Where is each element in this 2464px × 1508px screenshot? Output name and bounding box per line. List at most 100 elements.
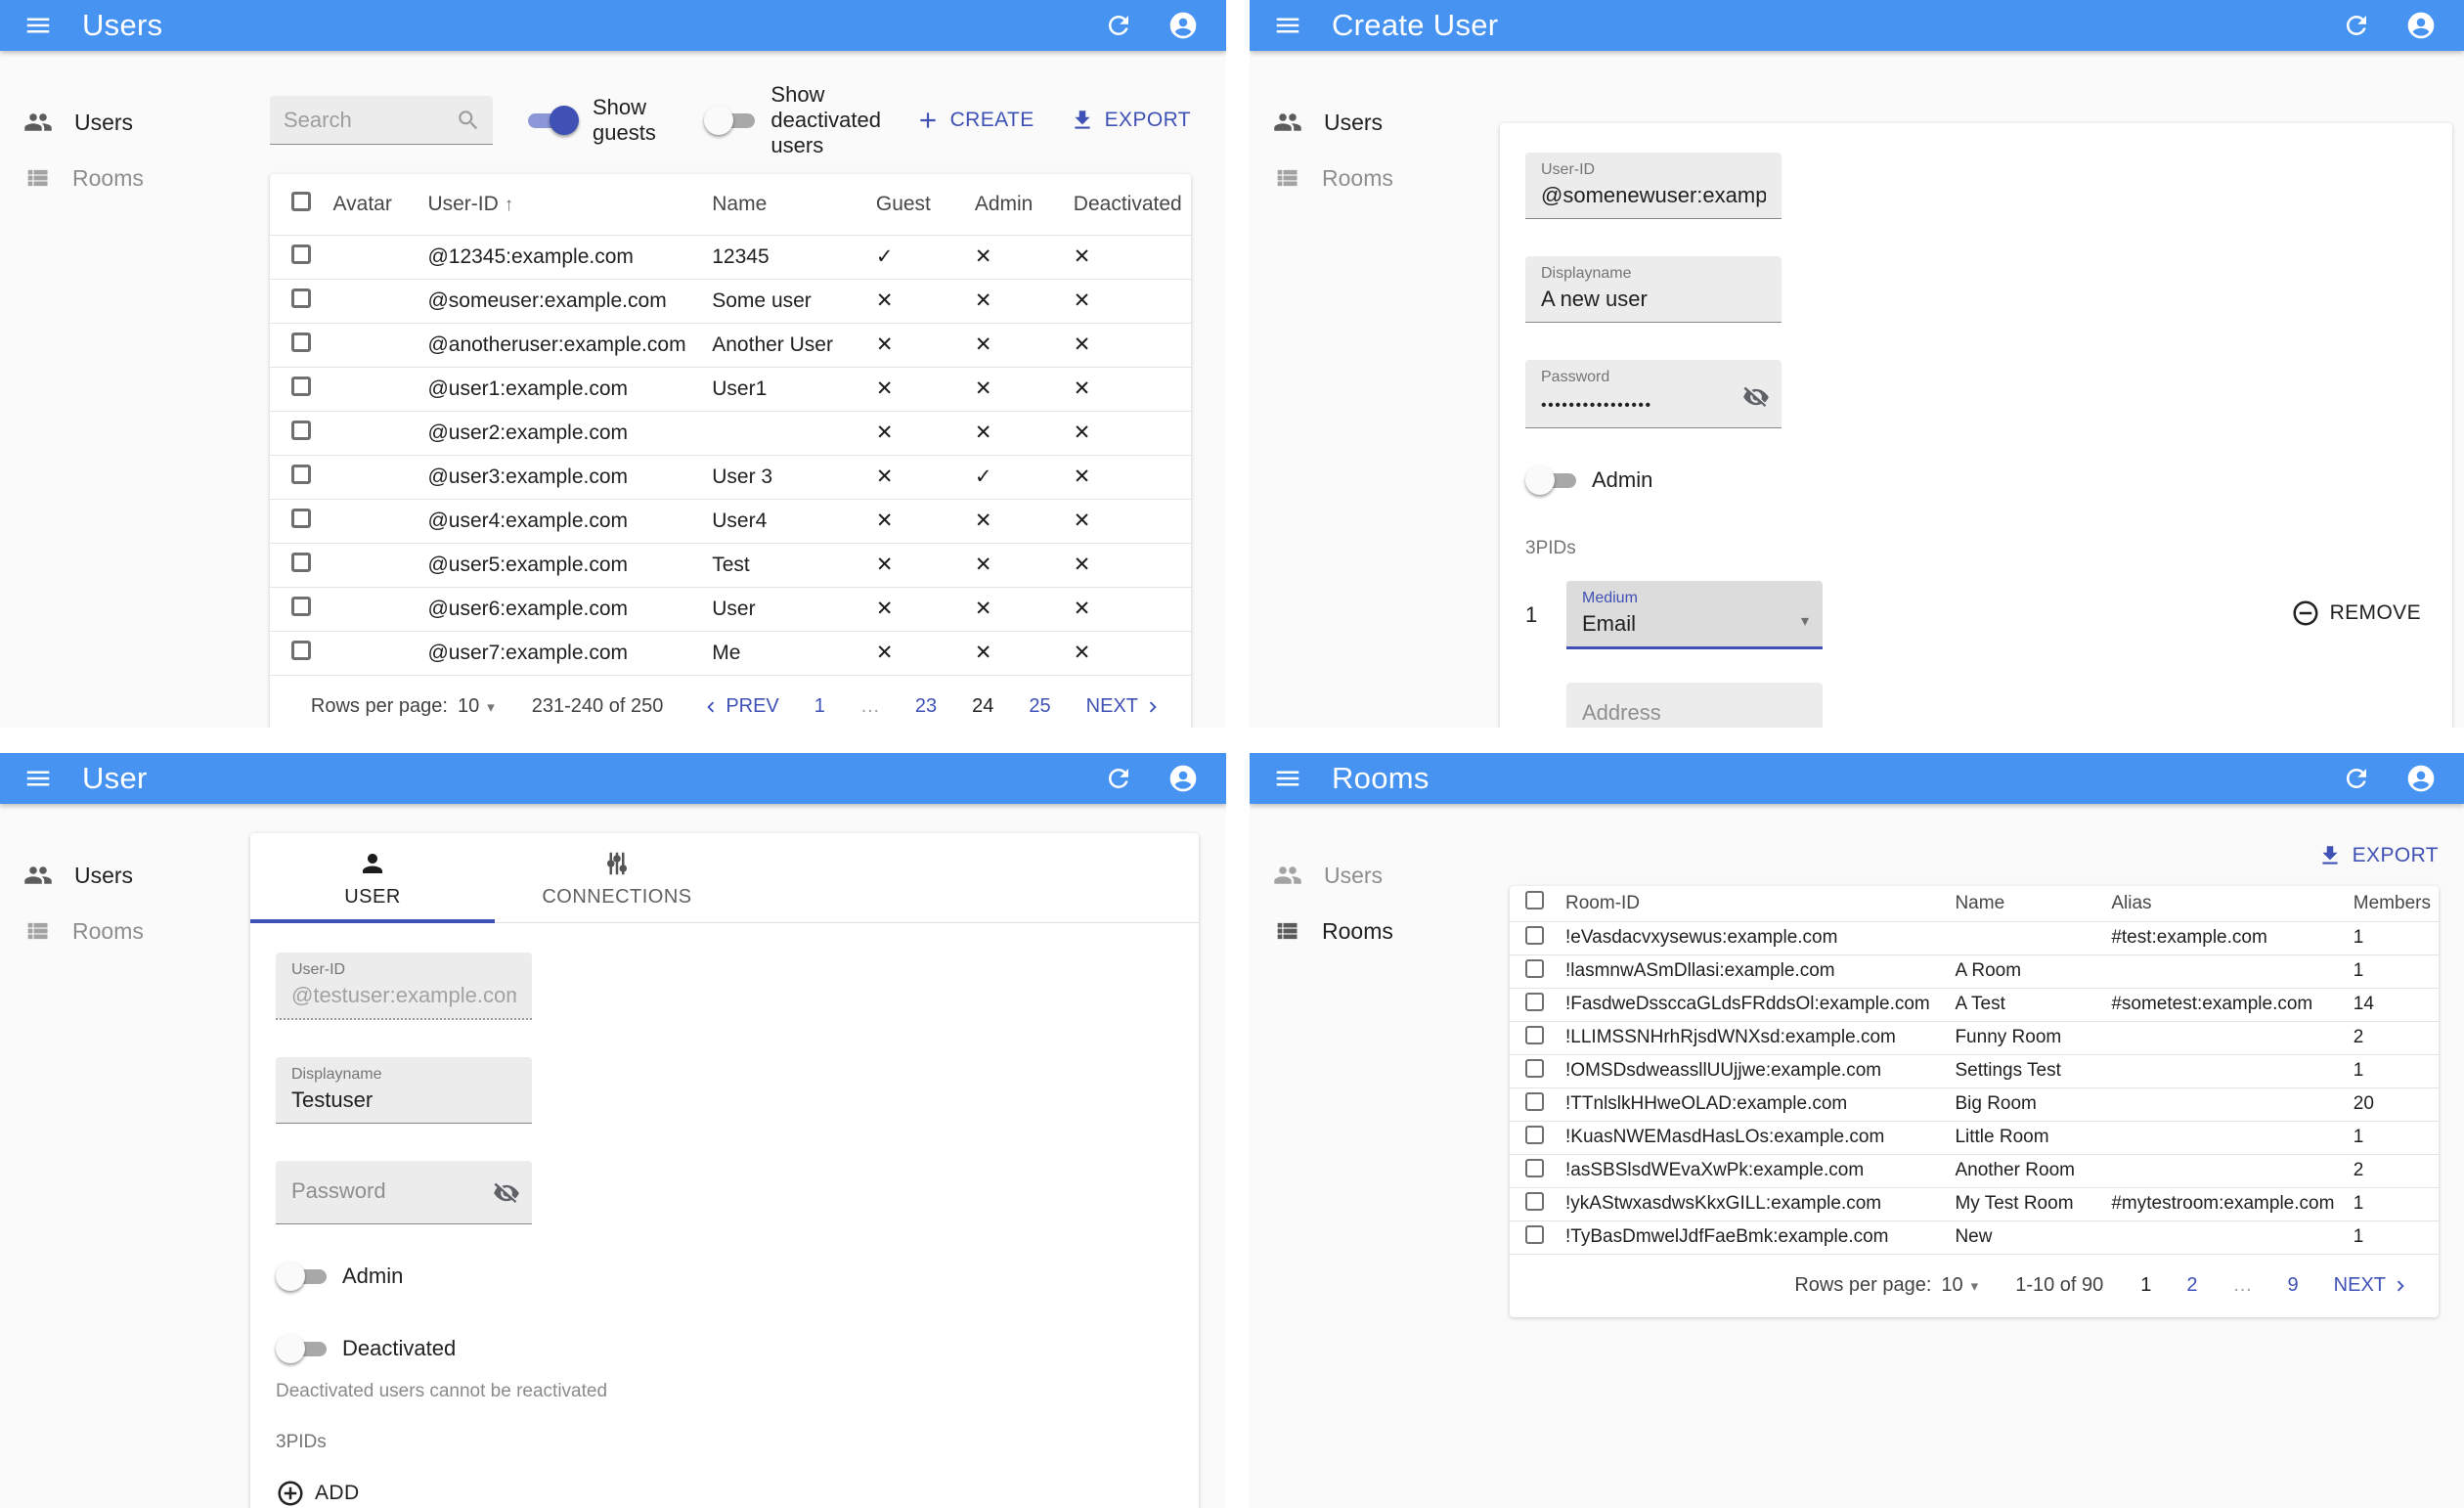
sidebar-item-rooms[interactable]: Rooms bbox=[0, 904, 250, 958]
user-row[interactable]: @user3:example.com User 3 ✕ ✓ ✕ bbox=[270, 455, 1191, 499]
search-box[interactable] bbox=[270, 96, 493, 145]
page-number[interactable]: 23 bbox=[915, 695, 937, 718]
room-row[interactable]: !TTnlslkHHweOLAD:example.com Big Room 20 bbox=[1510, 1087, 2439, 1121]
refresh-icon[interactable] bbox=[1101, 761, 1136, 796]
room-row[interactable]: !lasmnwASmDllasi:example.com A Room 1 bbox=[1510, 954, 2439, 988]
export-button[interactable]: EXPORT bbox=[2317, 843, 2439, 868]
tab-user[interactable]: USER bbox=[250, 833, 495, 923]
row-checkbox[interactable] bbox=[1525, 992, 1544, 1011]
sidebar-item-users[interactable]: Users bbox=[0, 847, 250, 904]
row-checkbox[interactable] bbox=[1525, 1091, 1544, 1111]
col-members[interactable]: Members bbox=[2346, 886, 2439, 921]
row-checkbox[interactable] bbox=[1525, 1158, 1544, 1177]
row-checkbox[interactable] bbox=[291, 596, 311, 616]
menu-icon[interactable] bbox=[1271, 762, 1304, 795]
visibility-off-icon[interactable] bbox=[493, 1179, 520, 1212]
password-field[interactable]: Password •••••••••••••••• bbox=[1525, 360, 1782, 428]
select-all-checkbox[interactable] bbox=[1525, 891, 1544, 910]
displayname-field[interactable]: Displayname Testuser bbox=[276, 1057, 532, 1124]
user-row[interactable]: @user5:example.com Test ✕ ✕ ✕ bbox=[270, 543, 1191, 587]
room-row[interactable]: !TyBasDmwelJdfFaeBmk:example.com New 1 bbox=[1510, 1220, 2439, 1254]
account-icon[interactable] bbox=[2403, 761, 2439, 796]
row-checkbox[interactable] bbox=[1525, 1224, 1544, 1244]
rows-per-page-select[interactable]: 10 ▾ bbox=[458, 695, 495, 718]
col-avatar[interactable]: Avatar bbox=[326, 174, 420, 235]
room-row[interactable]: !OMSDsdweassllUUjjwe:example.com Settings… bbox=[1510, 1054, 2439, 1087]
next-page-button[interactable]: NEXT bbox=[1086, 695, 1164, 718]
row-checkbox[interactable] bbox=[1525, 958, 1544, 978]
create-button[interactable]: CREATE bbox=[915, 108, 1034, 133]
account-icon[interactable] bbox=[2403, 8, 2439, 43]
menu-icon[interactable] bbox=[22, 762, 55, 795]
medium-select[interactable]: Medium Email ▾ bbox=[1566, 581, 1823, 649]
room-row[interactable]: !ykAStwxasdwsKkxGILL:example.com My Test … bbox=[1510, 1187, 2439, 1220]
sidebar-item-rooms[interactable]: Rooms bbox=[1250, 151, 1500, 205]
col-admin[interactable]: Admin bbox=[967, 174, 1066, 235]
col-user-id[interactable]: User-ID ↑ bbox=[419, 174, 704, 235]
sidebar-item-users[interactable]: Users bbox=[1250, 847, 1500, 904]
row-checkbox[interactable] bbox=[291, 376, 311, 396]
next-page-button[interactable]: NEXT bbox=[2334, 1274, 2411, 1297]
refresh-icon[interactable] bbox=[2339, 761, 2374, 796]
row-checkbox[interactable] bbox=[291, 288, 311, 308]
show-deactivated-switch[interactable] bbox=[704, 106, 757, 135]
user-row[interactable]: @someuser:example.com Some user ✕ ✕ ✕ bbox=[270, 279, 1191, 323]
page-number[interactable]: 9 bbox=[2288, 1274, 2299, 1297]
page-number[interactable]: 25 bbox=[1029, 695, 1050, 718]
displayname-field[interactable]: Displayname A new user bbox=[1525, 256, 1782, 323]
row-checkbox[interactable] bbox=[1525, 925, 1544, 945]
page-number[interactable]: 2 bbox=[2186, 1274, 2197, 1297]
room-row[interactable]: !eVasdacvxysewus:example.com #test:exampl… bbox=[1510, 921, 2439, 954]
col-name[interactable]: Name bbox=[704, 174, 868, 235]
row-checkbox[interactable] bbox=[291, 640, 311, 660]
row-checkbox[interactable] bbox=[1525, 1191, 1544, 1211]
sidebar-item-users[interactable]: Users bbox=[0, 94, 250, 151]
sidebar-item-users[interactable]: Users bbox=[1250, 94, 1500, 151]
user-row[interactable]: @user6:example.com User ✕ ✕ ✕ bbox=[270, 587, 1191, 631]
user-id-field[interactable]: User-ID @somenewuser:example.com bbox=[1525, 153, 1782, 219]
col-guest[interactable]: Guest bbox=[868, 174, 967, 235]
address-field[interactable] bbox=[1566, 683, 1823, 728]
search-input[interactable] bbox=[284, 107, 456, 133]
add-pid-button[interactable]: ADD bbox=[276, 1479, 360, 1508]
row-checkbox[interactable] bbox=[1525, 1125, 1544, 1144]
user-row[interactable]: @user2:example.com ✕ ✕ ✕ bbox=[270, 411, 1191, 455]
user-row[interactable]: @user1:example.com User1 ✕ ✕ ✕ bbox=[270, 367, 1191, 411]
room-row[interactable]: !LLIMSSNHrhRjsdWNXsd:example.com Funny Ro… bbox=[1510, 1021, 2439, 1054]
user-row[interactable]: @user4:example.com User4 ✕ ✕ ✕ bbox=[270, 499, 1191, 543]
user-row[interactable]: @anotheruser:example.com Another User ✕ ✕ ✕ bbox=[270, 323, 1191, 367]
row-checkbox[interactable] bbox=[291, 464, 311, 484]
menu-icon[interactable] bbox=[22, 9, 55, 42]
remove-pid-button[interactable]: REMOVE bbox=[2291, 581, 2421, 628]
account-icon[interactable] bbox=[1166, 761, 1201, 796]
admin-switch[interactable] bbox=[1525, 466, 1578, 495]
row-checkbox[interactable] bbox=[291, 332, 311, 352]
row-checkbox[interactable] bbox=[291, 420, 311, 440]
menu-icon[interactable] bbox=[1271, 9, 1304, 42]
room-row[interactable]: !asSBSlsdWEvaXwPk:example.com Another Roo… bbox=[1510, 1154, 2439, 1187]
row-checkbox[interactable] bbox=[291, 508, 311, 528]
refresh-icon[interactable] bbox=[1101, 8, 1136, 43]
row-checkbox[interactable] bbox=[1525, 1058, 1544, 1078]
col-deactivated[interactable]: Deactivated bbox=[1066, 174, 1191, 235]
user-row[interactable]: @12345:example.com 12345 ✓ ✕ ✕ bbox=[270, 235, 1191, 279]
row-checkbox[interactable] bbox=[291, 552, 311, 572]
sidebar-item-rooms[interactable]: Rooms bbox=[1250, 904, 1500, 958]
admin-switch[interactable] bbox=[276, 1262, 329, 1291]
export-button[interactable]: EXPORT bbox=[1070, 108, 1191, 133]
row-checkbox[interactable] bbox=[291, 244, 311, 264]
show-guests-switch[interactable] bbox=[526, 106, 579, 135]
visibility-off-icon[interactable] bbox=[1742, 383, 1770, 416]
room-row[interactable]: !FasdweDssccaGLdsFRddsOl:example.com A Te… bbox=[1510, 988, 2439, 1021]
select-all-checkbox[interactable] bbox=[291, 191, 311, 211]
address-input[interactable] bbox=[1582, 691, 1807, 728]
row-checkbox[interactable] bbox=[1525, 1025, 1544, 1044]
col-name[interactable]: Name bbox=[1947, 886, 2103, 921]
deactivated-switch[interactable] bbox=[276, 1334, 329, 1363]
refresh-icon[interactable] bbox=[2339, 8, 2374, 43]
sidebar-item-rooms[interactable]: Rooms bbox=[0, 151, 250, 205]
rows-per-page-select[interactable]: 10 ▾ bbox=[1941, 1274, 1978, 1297]
user-row[interactable]: @user7:example.com Me ✕ ✕ ✕ bbox=[270, 631, 1191, 675]
tab-connections[interactable]: CONNECTIONS bbox=[495, 833, 739, 922]
password-field[interactable]: Password bbox=[276, 1161, 532, 1224]
